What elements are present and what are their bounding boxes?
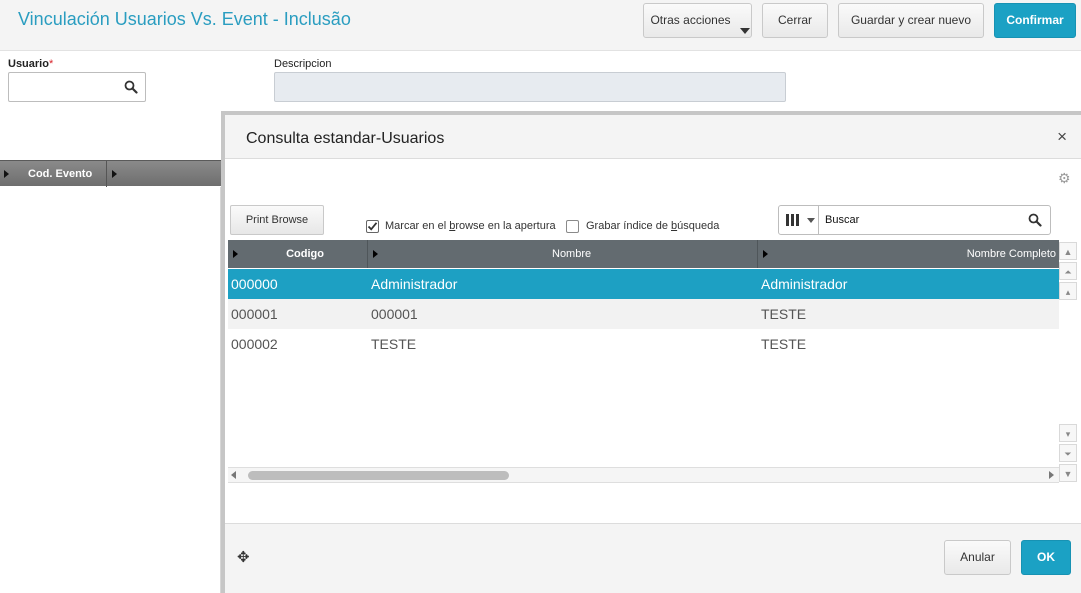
column-menu-icon bbox=[233, 250, 238, 258]
column-nombre[interactable]: Nombre bbox=[368, 240, 758, 268]
cell-nombre: 000001 bbox=[371, 306, 418, 322]
app-root: Vinculación Usuarios Vs. Event - Inclusã… bbox=[0, 0, 1081, 593]
cell-codigo: 000002 bbox=[231, 336, 278, 352]
columns-menu-button[interactable] bbox=[779, 206, 819, 234]
save-and-new-button[interactable]: Guardar y crear nuevo bbox=[838, 3, 984, 38]
scroll-up-icon[interactable]: ▴ bbox=[1059, 282, 1077, 300]
dialog-titlebar: Consulta estandar-Usuarios × bbox=[225, 115, 1081, 159]
dialog-title: Consulta estandar-Usuarios bbox=[246, 130, 445, 147]
search-box: Buscar bbox=[778, 205, 1051, 235]
mark-browse-label-a: Marcar en el bbox=[385, 220, 450, 232]
scroll-down-icon[interactable]: ▾ bbox=[1059, 424, 1077, 442]
usuario-label-text: Usuario bbox=[8, 58, 49, 70]
lookup-dialog: Consulta estandar-Usuarios × ⚙ Print Bro… bbox=[221, 111, 1081, 593]
expand-column-icon[interactable] bbox=[112, 170, 117, 178]
other-actions-label: Otras acciones bbox=[650, 13, 731, 27]
results-grid: Codigo Nombre Nombre Completo 000000 Adm… bbox=[228, 240, 1059, 482]
save-search-index-checkbox[interactable] bbox=[566, 220, 579, 233]
chevron-down-icon bbox=[740, 28, 750, 34]
scroll-first-icon[interactable]: ▲ bbox=[1059, 242, 1077, 260]
horizontal-scroll-thumb[interactable] bbox=[248, 471, 509, 480]
close-button[interactable]: Cerrar bbox=[762, 3, 828, 38]
checkmark-icon bbox=[367, 222, 378, 231]
top-bar: Vinculación Usuarios Vs. Event - Inclusã… bbox=[0, 0, 1081, 51]
table-row[interactable]: 000000 Administrador Administrador bbox=[228, 269, 1059, 299]
column-cod-evento[interactable]: Cod. Evento bbox=[28, 161, 92, 187]
gear-icon[interactable]: ⚙ bbox=[1058, 171, 1072, 185]
chevron-down-icon bbox=[807, 218, 815, 223]
cell-codigo: 000001 bbox=[231, 306, 278, 322]
column-divider bbox=[106, 161, 107, 187]
page-title: Vinculación Usuarios Vs. Event - Inclusã… bbox=[18, 9, 351, 29]
column-menu-icon bbox=[763, 250, 768, 258]
dialog-footer: ✥ Anular OK bbox=[225, 523, 1081, 593]
search-icon[interactable] bbox=[1028, 213, 1042, 227]
close-icon[interactable]: × bbox=[1057, 128, 1067, 145]
table-row[interactable]: 000002 TESTE TESTE bbox=[228, 329, 1059, 359]
left-grid-body bbox=[0, 187, 221, 593]
descripcion-field bbox=[274, 72, 786, 102]
horizontal-scrollbar[interactable] bbox=[228, 467, 1059, 483]
print-browse-button[interactable]: Print Browse bbox=[230, 205, 324, 235]
index-label-b: úsqueda bbox=[677, 220, 720, 232]
column-nombre-completo[interactable]: Nombre Completo bbox=[758, 240, 1059, 268]
cell-nombre-completo: Administrador bbox=[761, 276, 848, 292]
column-nombre-completo-label: Nombre Completo bbox=[966, 248, 1056, 260]
search-icon[interactable] bbox=[124, 80, 138, 94]
required-mark: * bbox=[48, 58, 54, 70]
grid-header: Codigo Nombre Nombre Completo bbox=[228, 240, 1059, 268]
row-indicator-icon bbox=[4, 170, 9, 178]
left-grid-header: Cod. Evento bbox=[0, 160, 221, 187]
cell-nombre-completo: TESTE bbox=[761, 306, 807, 322]
table-row[interactable]: 000001 000001 TESTE bbox=[228, 299, 1059, 329]
scroll-page-up-icon[interactable]: ⏶ bbox=[1059, 262, 1077, 280]
ok-button[interactable]: OK bbox=[1021, 540, 1071, 575]
mark-browse-label: Marcar en el browse en la apertura bbox=[385, 220, 556, 232]
cancel-button[interactable]: Anular bbox=[944, 540, 1011, 575]
cell-nombre: TESTE bbox=[371, 336, 417, 352]
column-menu-icon bbox=[373, 250, 378, 258]
column-codigo-label: Codigo bbox=[286, 248, 324, 260]
other-actions-button[interactable]: Otras acciones bbox=[643, 3, 752, 38]
vertical-scrollbar[interactable]: ▲ ⏶ ▴ ▾ ⏷ ▼ bbox=[1059, 240, 1077, 483]
move-icon[interactable]: ✥ bbox=[237, 550, 250, 565]
index-label-a: Grabar índice de bbox=[586, 220, 671, 232]
scroll-page-down-icon[interactable]: ⏷ bbox=[1059, 444, 1077, 462]
dialog-body: Consulta estandar-Usuarios × ⚙ Print Bro… bbox=[225, 115, 1081, 593]
descripcion-label: Descripcion bbox=[274, 58, 332, 70]
scroll-last-icon[interactable]: ▼ bbox=[1059, 464, 1077, 482]
column-nombre-label: Nombre bbox=[552, 248, 592, 260]
column-codigo[interactable]: Codigo bbox=[228, 240, 368, 268]
usuario-label: Usuario* bbox=[8, 58, 53, 70]
mark-browse-checkbox[interactable] bbox=[366, 220, 379, 233]
mark-browse-label-b: rowse en la apertura bbox=[455, 220, 556, 232]
scroll-right-icon[interactable] bbox=[1049, 471, 1054, 479]
cell-codigo: 000000 bbox=[231, 276, 278, 292]
save-search-index-label: Grabar índice de búsqueda bbox=[586, 220, 719, 232]
cell-nombre-completo: TESTE bbox=[761, 336, 807, 352]
search-input[interactable]: Buscar bbox=[825, 206, 859, 234]
cell-nombre: Administrador bbox=[371, 276, 458, 292]
usuario-field[interactable] bbox=[8, 72, 146, 102]
scroll-left-icon[interactable] bbox=[231, 471, 236, 479]
confirm-button[interactable]: Confirmar bbox=[994, 3, 1076, 38]
